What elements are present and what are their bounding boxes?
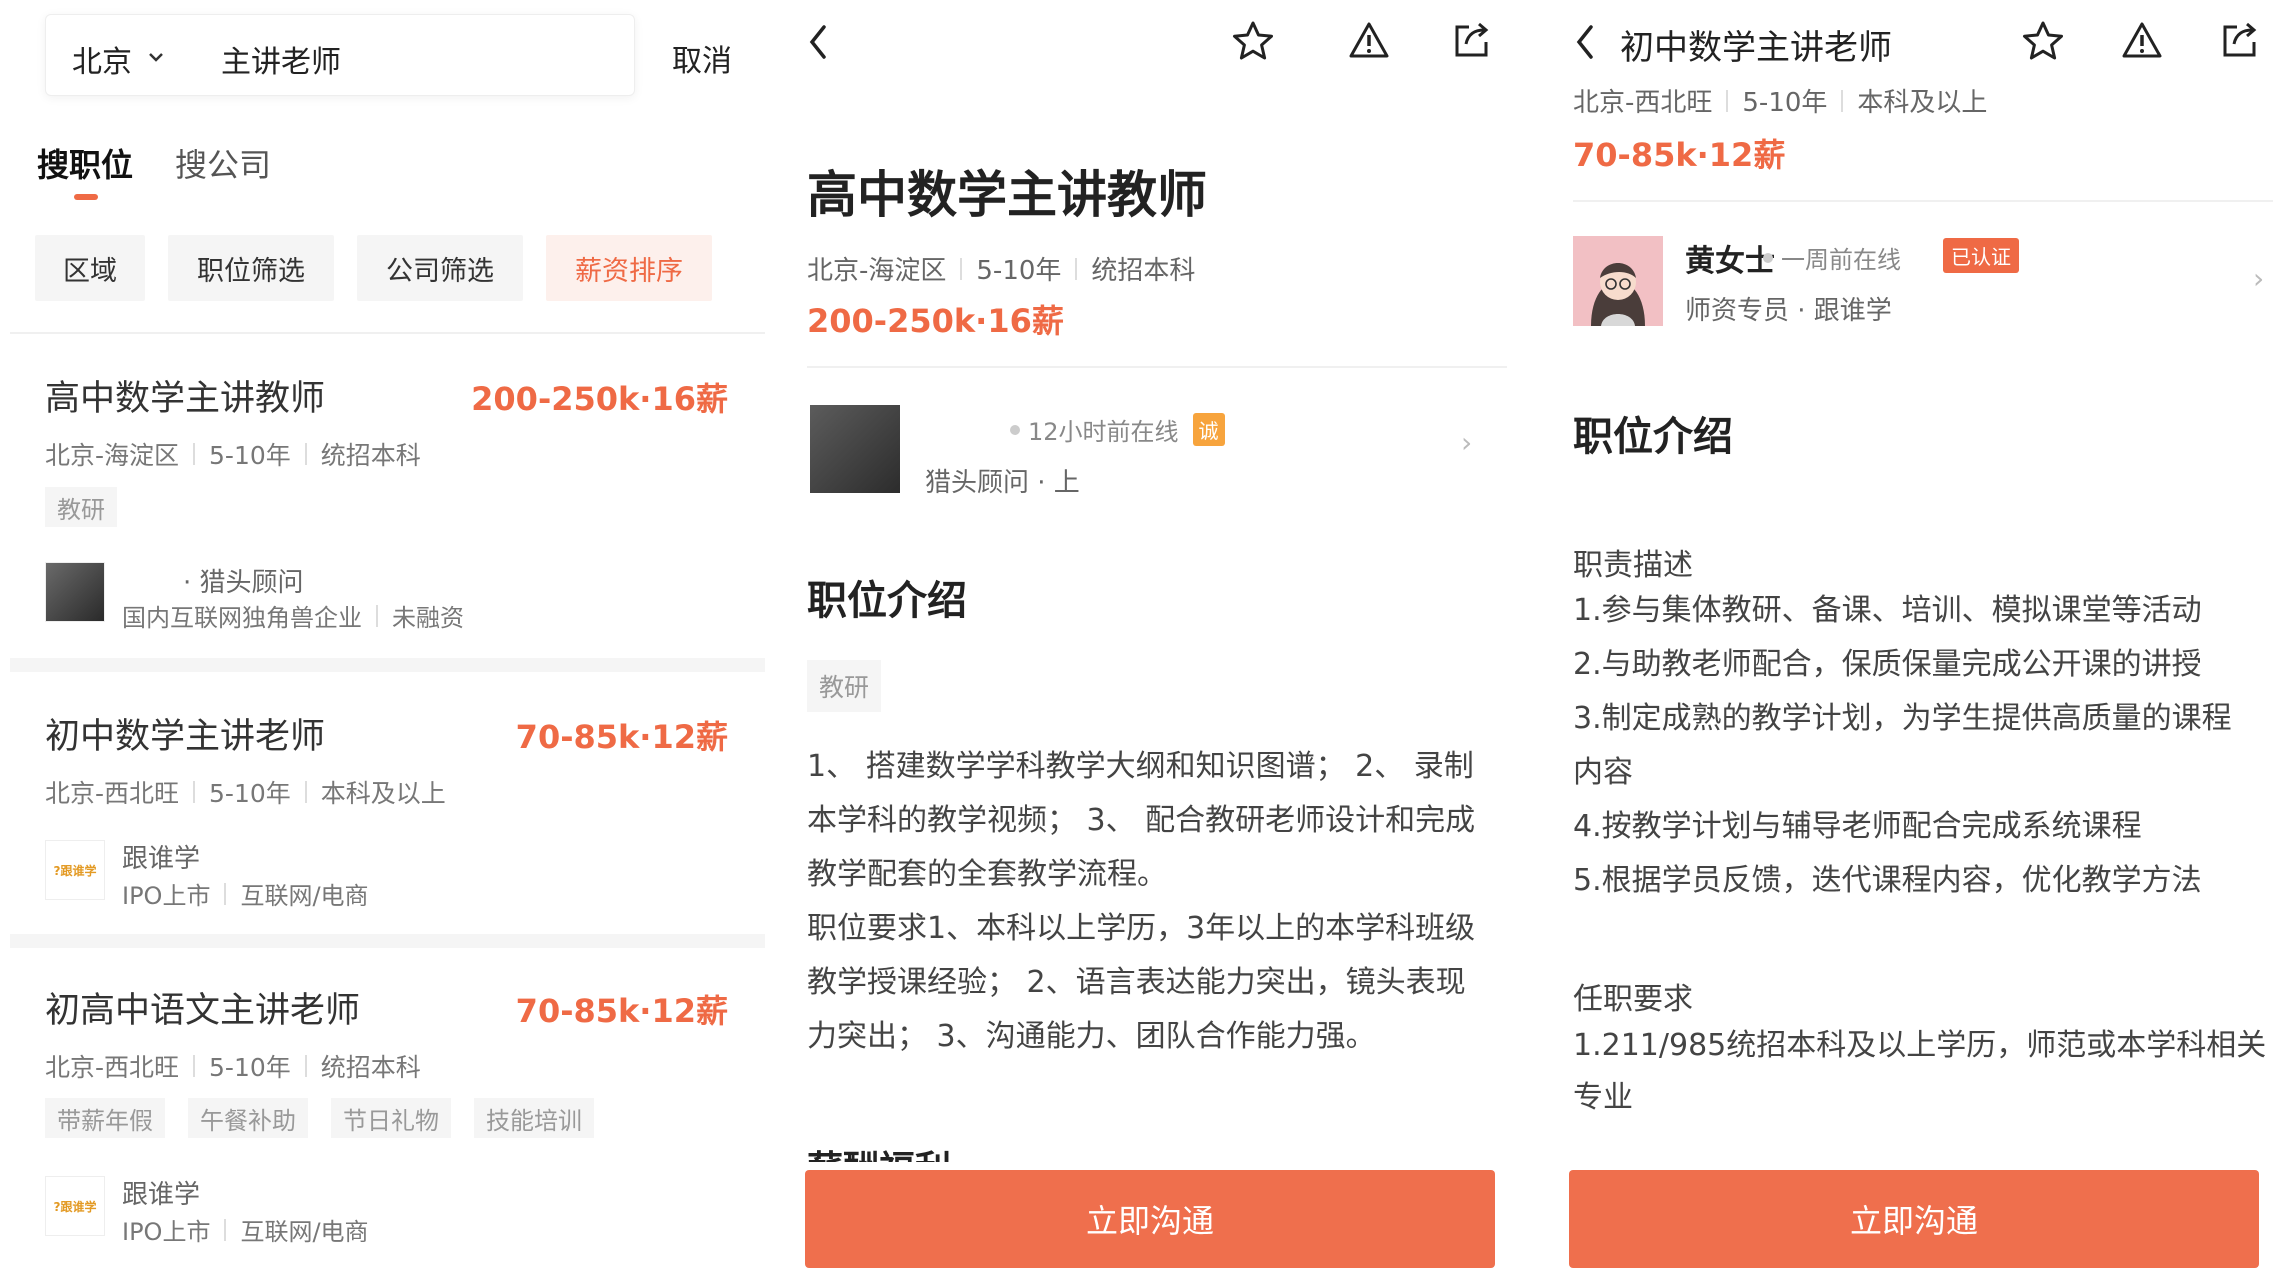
requirement-list: 1.211/985统招本科及以上学历，师范或本学科相关 专业 (1573, 1028, 2267, 1115)
page-title: 高中数学主讲教师 (807, 166, 1207, 224)
job-meta: 北京-西北旺 5-10年 本科及以上 (1573, 88, 1988, 118)
recruiter-card[interactable]: 12小时前在线 诚 猎头顾问 · 上 › (775, 390, 1535, 510)
tab-search-companies[interactable]: 搜公司 (175, 140, 271, 186)
job-detail-screen: 初中数学主讲老师 北京-西北旺 5-10年 本科及以上 70-85k·12薪 黄… (1535, 0, 2290, 1283)
job-tag: 教研 (807, 660, 882, 712)
divider (10, 332, 765, 334)
verified-badge: 诚 (1192, 413, 1225, 446)
divider (10, 658, 765, 672)
report-icon[interactable] (1347, 20, 1391, 60)
job-location: 北京-海淀区 (45, 441, 180, 470)
back-icon[interactable] (1575, 24, 1595, 60)
filter-company[interactable]: 公司筛选 (357, 235, 523, 301)
recruiter-role: · 猎头顾问 (183, 568, 304, 598)
benefit-tag: 节日礼物 (331, 1098, 451, 1138)
recruiter-role: 师资专员 · 跟谁学 (1685, 296, 1892, 326)
job-salary: 70-85k·12薪 (515, 992, 728, 1030)
share-icon[interactable] (1452, 20, 1492, 60)
active-tab-indicator (74, 194, 98, 200)
divider (1573, 200, 2273, 202)
section-title: 职位介绍 (807, 578, 967, 624)
online-status: 一周前在线 (1763, 240, 1901, 275)
duty-heading: 职责描述 (1573, 548, 1693, 583)
job-education: 统招本科 (320, 441, 421, 470)
company-meta: IPO上市 互联网/电商 (122, 1218, 369, 1246)
job-description: 1、 搭建数学学科教学大纲和知识图谱； 2、 录制 本学科的教学视频； 3、 配… (807, 749, 1476, 1054)
sort-salary[interactable]: 薪资排序 (546, 235, 712, 301)
job-experience: 5-10年 (209, 441, 291, 470)
company-meta: IPO上市 互联网/电商 (122, 882, 369, 910)
search-bar[interactable]: 北京 主讲老师 (45, 14, 635, 96)
job-title: 初高中语文主讲老师 (45, 991, 361, 1031)
search-input[interactable]: 主讲老师 (221, 37, 341, 81)
duty-list: 1.参与集体教研、备课、培训、模拟课堂等活动 2.与助教老师配合，保质保量完成公… (1573, 593, 2232, 898)
company-name: 跟谁学 (122, 844, 201, 874)
divider (10, 934, 765, 948)
filter-position[interactable]: 职位筛选 (168, 235, 334, 301)
star-icon[interactable] (2021, 20, 2065, 62)
job-meta: 北京-西北旺 5-10年 统招本科 (45, 1053, 421, 1082)
job-salary: 200-250k·16薪 (471, 380, 728, 418)
chevron-right-icon: › (1461, 426, 1473, 459)
recruiter-card[interactable]: 黄女士 一周前在线 已认证 师资专员 · 跟谁学 › (1535, 226, 2290, 336)
chat-now-button[interactable]: 立即沟通 (805, 1170, 1495, 1268)
recruiter-avatar (1573, 236, 1663, 326)
chevron-right-icon: › (2253, 262, 2265, 295)
job-title: 初中数学主讲老师 (45, 717, 326, 757)
job-meta: 北京-海淀区 5-10年 统招本科 (807, 256, 1196, 286)
star-icon[interactable] (1231, 20, 1275, 62)
online-status: 12小时前在线 诚 (1010, 412, 1225, 447)
chat-now-button[interactable]: 立即沟通 (1569, 1170, 2259, 1268)
job-card[interactable]: 初高中语文主讲老师 70-85k·12薪 北京-西北旺 5-10年 统招本科 带… (0, 948, 775, 1278)
company-logo: ?跟谁学 (45, 840, 105, 900)
section-title: 职位介绍 (1573, 414, 1733, 460)
verified-badge: 已认证 (1943, 238, 2019, 273)
job-card[interactable]: 初中数学主讲老师 70-85k·12薪 北京-西北旺 5-10年 本科及以上 ?… (0, 672, 775, 932)
company-name: 跟谁学 (122, 1180, 201, 1210)
job-title: 高中数学主讲教师 (45, 379, 326, 419)
cancel-button[interactable]: 取消 (672, 36, 732, 80)
filter-region[interactable]: 区域 (35, 235, 145, 301)
share-icon[interactable] (2220, 20, 2260, 60)
benefit-tag: 带薪年假 (45, 1098, 165, 1138)
job-salary: 70-85k·12薪 (515, 718, 728, 756)
bottom-bar: 立即沟通 (775, 1162, 1535, 1283)
recruiter-avatar (810, 405, 900, 493)
bottom-bar: 立即沟通 (1535, 1132, 2290, 1283)
job-card[interactable]: 高中数学主讲教师 200-250k·16薪 北京-海淀区 5-10年 统招本科 … (0, 340, 775, 666)
section-title-partial: 薪酬福利 (807, 1140, 951, 1162)
header-title: 初中数学主讲老师 (1620, 28, 1892, 68)
divider (807, 366, 1507, 368)
chevron-down-icon[interactable] (148, 51, 164, 63)
tab-search-jobs[interactable]: 搜职位 (37, 140, 133, 186)
city-selector[interactable]: 北京 (72, 37, 132, 81)
recruiter-name: 黄女士 (1685, 244, 1775, 279)
recruiter-role: 猎头顾问 · 上 (925, 468, 1080, 498)
job-salary: 70-85k·12薪 (1573, 136, 1786, 174)
status-dot-icon (1010, 424, 1020, 435)
search-results-screen: 北京 主讲老师 取消 搜职位 搜公司 区域 职位筛选 公司筛选 薪资排序 高中数… (0, 0, 775, 1283)
benefit-tag: 午餐补助 (188, 1098, 308, 1138)
company-meta: 国内互联网独角兽企业 未融资 (122, 604, 464, 632)
job-meta: 北京-海淀区 5-10年 统招本科 (45, 436, 421, 472)
status-dot-icon (1763, 252, 1773, 263)
benefit-tag: 技能培训 (474, 1098, 594, 1138)
job-salary: 200-250k·16薪 (807, 302, 1064, 340)
job-tag: 教研 (45, 487, 117, 527)
requirement-heading: 任职要求 (1573, 982, 1693, 1017)
back-icon[interactable] (808, 24, 828, 60)
company-logo: ?跟谁学 (45, 1176, 105, 1236)
job-detail-screen: 高中数学主讲教师 北京-海淀区 5-10年 统招本科 200-250k·16薪 … (775, 0, 1535, 1283)
report-icon[interactable] (2120, 20, 2164, 60)
job-meta: 北京-西北旺 5-10年 本科及以上 (45, 779, 446, 808)
recruiter-avatar (45, 562, 105, 622)
